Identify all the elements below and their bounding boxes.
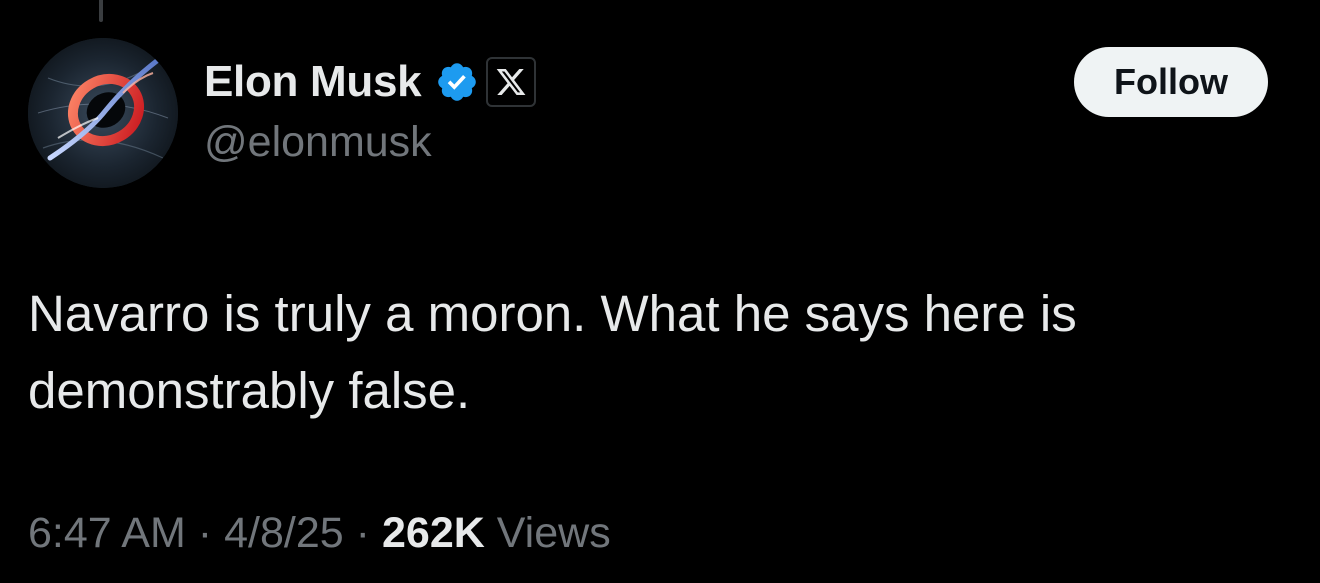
- meta-separator: ·: [197, 508, 213, 557]
- views-count[interactable]: 262K: [382, 509, 485, 558]
- author-name-row: Elon Musk: [204, 52, 537, 112]
- tweet-meta-row: 6:47 AM · 4/8/25 · 262K Views: [28, 503, 611, 563]
- views-label[interactable]: Views: [497, 509, 611, 558]
- meta-separator: ·: [355, 508, 370, 557]
- x-logo-icon[interactable]: [486, 57, 537, 107]
- follow-button[interactable]: Follow: [1074, 47, 1268, 117]
- avatar[interactable]: [28, 38, 178, 188]
- author-display-name[interactable]: Elon Musk: [204, 57, 422, 107]
- author-handle[interactable]: @elonmusk: [204, 118, 432, 167]
- tweet-date[interactable]: 4/8/25: [224, 509, 344, 558]
- verified-badge-icon[interactable]: [435, 60, 479, 104]
- tweet-time[interactable]: 6:47 AM: [28, 509, 186, 558]
- black-hole-avatar-image: [28, 38, 178, 188]
- thread-connector-line: [99, 0, 103, 22]
- tweet-text: Navarro is truly a moron. What he says h…: [28, 285, 1077, 419]
